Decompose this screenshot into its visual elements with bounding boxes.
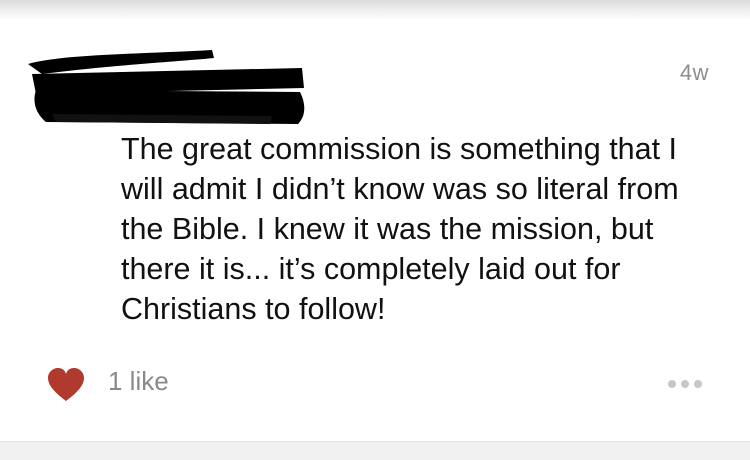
redacted-username bbox=[28, 50, 305, 124]
like-button[interactable] bbox=[46, 368, 86, 404]
like-count[interactable]: 1 like bbox=[108, 366, 169, 397]
comment-timestamp: 4w bbox=[679, 60, 709, 85]
top-divider-shadow bbox=[0, 0, 750, 20]
bottom-divider bbox=[0, 441, 750, 460]
comment-body: The great commission is something that I… bbox=[121, 132, 679, 326]
more-dots-icon bbox=[668, 380, 702, 388]
more-options-button[interactable] bbox=[660, 372, 710, 396]
heart-icon bbox=[48, 368, 84, 401]
